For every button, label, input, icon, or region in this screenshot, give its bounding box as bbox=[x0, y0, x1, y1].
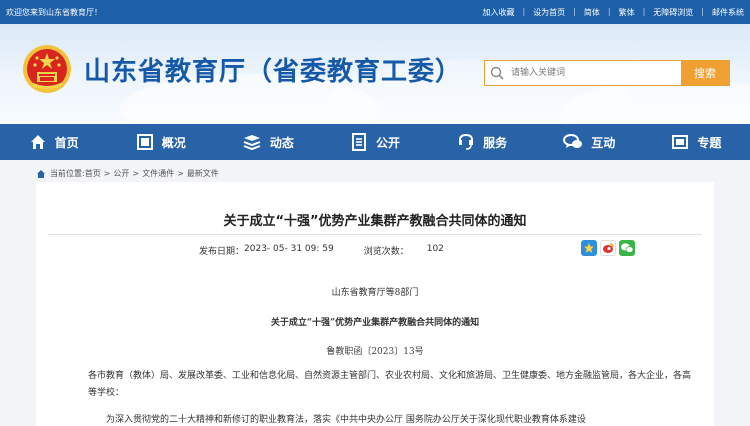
nav-public[interactable]: 公开 bbox=[321, 124, 428, 160]
top-links: 加入收藏 | 设为首页 | 简体 | 繁体 | 无障碍浏览 | 邮件系统 bbox=[482, 7, 744, 18]
site-title: 山东省教育厅（省委教育工委） bbox=[84, 57, 463, 87]
publish-date: 2023- 05- 31 09: 59 bbox=[244, 244, 334, 254]
set-homepage-link[interactable]: 设为首页 bbox=[533, 7, 565, 18]
document-number: 鲁教职函〔2023〕13号 bbox=[326, 347, 424, 357]
nav-label: 互动 bbox=[591, 135, 616, 150]
site-header: 山东省教育厅（省委教育工委） 搜索 bbox=[0, 24, 750, 124]
body-paragraph: 各市教育（教体）局、发展改革委、工业和信息化局、自然资源主管部门、农业农村局、文… bbox=[88, 371, 692, 398]
breadcrumb: 当前位置: 首页 > 公开 > 文件通件 > 最新文件 bbox=[36, 168, 219, 179]
breadcrumb-public[interactable]: 公开 bbox=[113, 168, 129, 179]
simplified-chinese-link[interactable]: 简体 bbox=[584, 7, 600, 18]
search-input[interactable] bbox=[509, 61, 681, 85]
divider: | bbox=[522, 7, 526, 16]
home-icon bbox=[30, 135, 45, 149]
breadcrumb-separator: > bbox=[177, 169, 184, 178]
divider bbox=[48, 234, 702, 235]
issuing-department: 山东省教育厅等8部门 bbox=[331, 288, 419, 298]
document-icon bbox=[351, 133, 366, 151]
divider: | bbox=[573, 7, 576, 16]
nav-label: 服务 bbox=[483, 135, 508, 150]
nav-label: 公开 bbox=[375, 135, 400, 150]
nav-interact[interactable]: 互动 bbox=[536, 124, 643, 160]
search-button[interactable]: 搜索 bbox=[681, 61, 729, 85]
home-icon bbox=[37, 169, 45, 178]
topic-icon bbox=[672, 135, 689, 149]
view-count: 102 bbox=[426, 244, 444, 254]
search-icon bbox=[485, 61, 509, 85]
nav-label: 首页 bbox=[54, 135, 79, 150]
nav-service[interactable]: 服务 bbox=[429, 124, 536, 160]
top-bar: 欢迎您来到山东省教育厅！ 加入收藏 | 设为首页 | 简体 | 繁体 | 无障碍… bbox=[0, 0, 750, 24]
nav-topic[interactable]: 专题 bbox=[643, 124, 750, 160]
article-meta: 发布日期： 2023- 05- 31 09: 59 浏览次数： 102 bbox=[199, 244, 444, 257]
search-box: 搜索 bbox=[484, 60, 730, 86]
chat-icon bbox=[563, 134, 583, 148]
welcome-text: 欢迎您来到山东省教育厅！ bbox=[6, 8, 102, 17]
weibo-icon[interactable] bbox=[581, 240, 597, 256]
document-title: 关于成立“十强”优势产业集群产教融合共同体的通知 bbox=[270, 318, 480, 328]
main-nav: 首页 概况 动态 公开 服务 互动 专题 bbox=[0, 124, 750, 160]
article-title: 关于成立“十强”优势产业集群产教融合共同体的通知 bbox=[223, 214, 527, 229]
overview-icon bbox=[136, 134, 153, 150]
share-bar bbox=[581, 240, 638, 256]
breadcrumb-separator: > bbox=[103, 169, 111, 178]
national-emblem-icon bbox=[23, 45, 71, 93]
add-favorite-link[interactable]: 加入收藏 bbox=[482, 7, 514, 18]
wechat-icon[interactable] bbox=[619, 240, 635, 256]
nav-label: 动态 bbox=[269, 135, 294, 150]
traditional-chinese-link[interactable]: 繁体 bbox=[619, 7, 635, 18]
nav-overview[interactable]: 概况 bbox=[107, 124, 214, 160]
qq-zone-icon[interactable] bbox=[600, 240, 616, 256]
breadcrumb-documents[interactable]: 文件通件 bbox=[142, 168, 174, 179]
divider: | bbox=[607, 7, 611, 16]
accessibility-link[interactable]: 无障碍浏览 bbox=[653, 7, 693, 18]
divider: | bbox=[701, 7, 704, 16]
breadcrumb-home[interactable]: 首页 bbox=[85, 168, 101, 179]
breadcrumb-prefix: 当前位置: bbox=[50, 169, 85, 178]
breadcrumb-latest[interactable]: 最新文件 bbox=[187, 168, 219, 179]
divider: | bbox=[642, 7, 646, 16]
views-label: 浏览次数： bbox=[363, 247, 409, 257]
body-paragraph: 为深入贯彻党的二十大精神和新修订的职业教育法，落实《中共中央办公厅 国务院办公厅… bbox=[106, 415, 586, 425]
breadcrumb-separator: > bbox=[132, 169, 140, 178]
nav-home[interactable]: 首页 bbox=[0, 124, 107, 160]
date-label: 发布日期： bbox=[199, 247, 245, 257]
news-icon bbox=[243, 135, 261, 151]
service-icon bbox=[459, 133, 474, 150]
article-panel: 关于成立“十强”优势产业集群产教融合共同体的通知 发布日期： 2023- 05-… bbox=[36, 182, 714, 426]
nav-news[interactable]: 动态 bbox=[214, 124, 321, 160]
nav-label: 专题 bbox=[697, 135, 722, 150]
nav-label: 概况 bbox=[161, 135, 186, 150]
email-system-link[interactable]: 邮件系统 bbox=[712, 7, 744, 18]
